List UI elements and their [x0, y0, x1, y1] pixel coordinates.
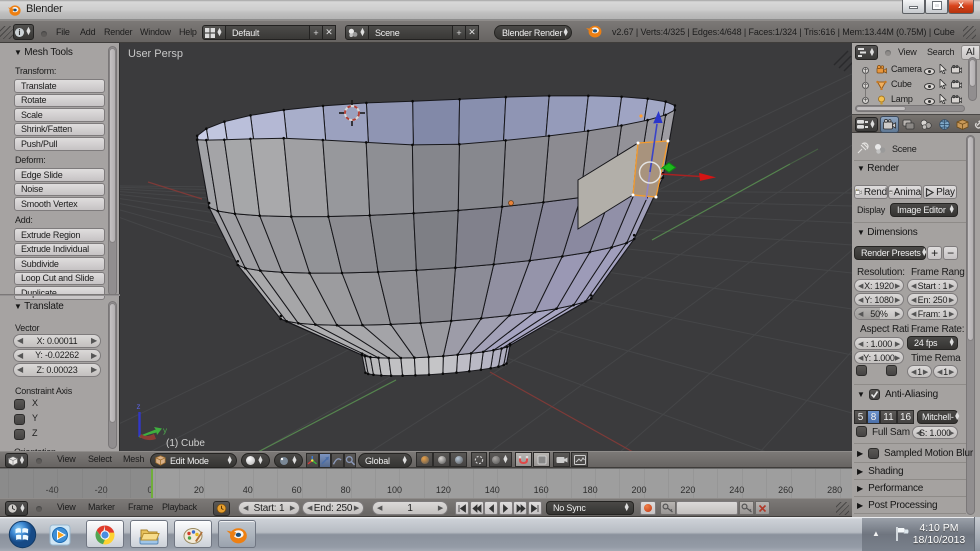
svg-text:y: y: [163, 426, 167, 435]
svg-text:(1) Cube: (1) Cube: [166, 438, 205, 449]
svg-text:z: z: [137, 402, 141, 411]
svg-text:User Persp: User Persp: [128, 48, 183, 60]
